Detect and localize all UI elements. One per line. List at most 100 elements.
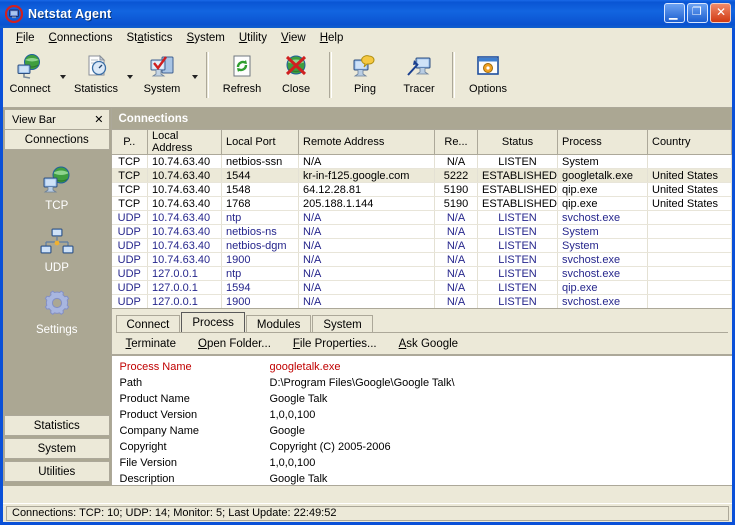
cell-local_address: 10.74.63.40 — [147, 196, 222, 211]
cell-local_address: 10.74.63.40 — [147, 182, 222, 197]
tab-process[interactable]: Process — [181, 312, 245, 333]
cell-remote_address: N/A — [298, 252, 435, 267]
table-body: TCP 10.74.63.40 netbios-ssn N/A N/A LISTEN Sys… — [111, 154, 732, 308]
toolbar-button-close[interactable]: Close — [269, 48, 323, 102]
toolbar-button-connect[interactable]: Connect — [3, 48, 57, 102]
cell-proto: UDP — [111, 266, 148, 281]
view-bar-button-utilities[interactable]: Utilities — [4, 461, 110, 482]
menu-item-view[interactable]: View — [274, 30, 313, 46]
column-header-7[interactable]: Country — [647, 130, 732, 155]
view-bar-item-tcp[interactable]: TCP — [3, 164, 111, 212]
table-row[interactable]: UDP 127.0.0.1 ntp N/A N/A LISTEN svchost.exe — [111, 266, 732, 281]
toolbar-separator-3 — [452, 52, 456, 98]
status-text: Connections: TCP: 10; UDP: 14; Monitor: … — [6, 505, 729, 521]
toolbar-button-refresh[interactable]: Refresh — [215, 48, 269, 102]
minimize-button[interactable]: ▁ — [664, 3, 685, 23]
cell-local_address: 10.74.63.40 — [147, 224, 222, 239]
process-properties-table: Process Name googletalk.exe Path D:\Program… — [119, 361, 455, 485]
view-bar-button-label-utilities: Utilities — [38, 465, 76, 478]
view-bar-button-system[interactable]: System — [4, 438, 110, 459]
toolbar-label-ping: Ping — [354, 83, 377, 95]
system-dropdown-arrow[interactable] — [189, 48, 200, 102]
property-key: Copyright — [119, 441, 167, 453]
table-header-row: P.. Local Address Local Port Remote Address… — [111, 130, 732, 155]
client-area: File Connections Statistics System Utili… — [3, 28, 732, 519]
view-bar-item-settings[interactable]: Settings — [3, 288, 111, 336]
menu-item-system[interactable]: System — [180, 30, 232, 46]
toolbar-button-tracer[interactable]: Tracer — [392, 48, 446, 102]
cell-local_address: 10.74.63.40 — [147, 210, 222, 225]
cell-local_port: 1900 — [221, 252, 299, 267]
statistics-dropdown-arrow[interactable] — [124, 48, 135, 102]
table-row[interactable]: UDP 127.0.0.1 1900 N/A N/A LISTEN svchost.exe — [111, 294, 732, 308]
property-value: D:\Program Files\Google\Google Talk\ — [269, 377, 455, 389]
property-value: Copyright (C) 2005-2006 — [269, 441, 391, 453]
action-terminate[interactable]: Terminate — [126, 338, 177, 350]
property-value: 1,0,0,100 — [269, 457, 316, 469]
connect-dropdown-arrow[interactable] — [57, 48, 68, 102]
tab-system[interactable]: System — [312, 315, 373, 333]
maximize-button[interactable]: ❐ — [687, 3, 708, 23]
table-row[interactable]: UDP 10.74.63.40 netbios-dgm N/A N/A LISTEN Sys… — [111, 238, 732, 253]
table-row[interactable]: UDP 10.74.63.40 1900 N/A N/A LISTEN svchost.ex… — [111, 252, 732, 267]
column-header-1[interactable]: Local Address — [147, 130, 222, 155]
cell-country — [647, 224, 732, 239]
action-open-folder[interactable]: Open Folder... — [198, 338, 271, 350]
menu-item-connections[interactable]: Connections — [42, 30, 120, 46]
column-header-4[interactable]: Re... — [434, 130, 478, 155]
cell-proto: TCP — [111, 168, 148, 183]
menu-item-help[interactable]: Help — [313, 30, 351, 46]
connections-table-wrapper[interactable]: P.. Local Address Local Port Remote Address… — [111, 129, 732, 309]
close-button[interactable]: ✕ — [710, 3, 731, 23]
column-header-0[interactable]: P.. — [111, 130, 148, 155]
table-row[interactable]: UDP 127.0.0.1 1594 N/A N/A LISTEN qip.exe — [111, 280, 732, 295]
tab-modules[interactable]: Modules — [245, 315, 312, 333]
toolbar-button-system[interactable]: System — [135, 48, 189, 102]
menu-item-statistics[interactable]: Statistics — [119, 30, 179, 46]
table-row[interactable]: UDP 10.74.63.40 netbios-ns N/A N/A LISTEN Syst… — [111, 224, 732, 239]
cell-remote_port: N/A — [434, 266, 478, 281]
view-bar-button-statistics[interactable]: Statistics — [4, 415, 110, 436]
menu-item-utility[interactable]: Utility — [232, 30, 274, 46]
property-value: Google Talk — [269, 473, 328, 485]
toolbar-label-close: Close — [281, 83, 311, 95]
cell-proto: TCP — [111, 154, 148, 169]
table-row[interactable]: TCP 10.74.63.40 1544 kr-in-f125.google.com 5… — [111, 168, 732, 183]
app-icon — [4, 4, 24, 24]
tab-connect[interactable]: Connect — [115, 315, 181, 333]
menu-item-file[interactable]: File — [9, 30, 42, 46]
cell-local_address: 10.74.63.40 — [147, 252, 222, 267]
column-header-6[interactable]: Process — [557, 130, 648, 155]
property-row: Path D:\Program Files\Google\Google Talk\ — [120, 377, 455, 393]
cell-process: qip.exe — [557, 196, 648, 211]
column-header-3[interactable]: Remote Address — [298, 130, 435, 155]
right-pane: Connections P.. Local Address Local Port Re… — [110, 108, 732, 486]
cell-remote_port: 5222 — [434, 168, 478, 183]
cell-status: LISTEN — [477, 238, 558, 253]
action-ask-google[interactable]: Ask Google — [399, 338, 458, 350]
detail-tabs: Connect Process Modules System — [111, 311, 732, 333]
toolbar-button-statistics[interactable]: Statistics — [68, 48, 124, 102]
cell-proto: UDP — [111, 280, 148, 295]
column-header-5[interactable]: Status — [477, 130, 558, 155]
toolbar-label-refresh: Refresh — [222, 83, 262, 95]
view-bar-group-connections[interactable]: Connections — [4, 130, 110, 150]
connections-table: P.. Local Address Local Port Remote Address… — [111, 130, 732, 308]
view-bar-item-udp[interactable]: UDP — [3, 226, 111, 274]
cell-remote_address: N/A — [298, 280, 435, 295]
column-header-2[interactable]: Local Port — [221, 130, 299, 155]
toolbar-button-options[interactable]: Options — [461, 48, 515, 102]
cell-remote_port: N/A — [434, 294, 478, 308]
table-row[interactable]: TCP 10.74.63.40 1548 64.12.28.81 5190 ESTABLI… — [111, 182, 732, 197]
cell-local_port: 1594 — [221, 280, 299, 295]
table-row[interactable]: UDP 10.74.63.40 ntp N/A N/A LISTEN svchost.exe — [111, 210, 732, 225]
view-bar-label-udp: UDP — [44, 262, 69, 274]
table-row[interactable]: TCP 10.74.63.40 1768 205.188.1.144 5190 ESTAB… — [111, 196, 732, 211]
view-bar-close-icon[interactable]: ✕ — [94, 113, 103, 126]
close-icon: ✕ — [716, 5, 727, 19]
table-row[interactable]: TCP 10.74.63.40 netbios-ssn N/A N/A LISTEN Sys… — [111, 154, 732, 169]
action-file-properties[interactable]: File Properties... — [293, 338, 377, 350]
cell-remote_port: N/A — [434, 238, 478, 253]
cell-remote_address: N/A — [298, 154, 435, 169]
toolbar-button-ping[interactable]: Ping — [338, 48, 392, 102]
